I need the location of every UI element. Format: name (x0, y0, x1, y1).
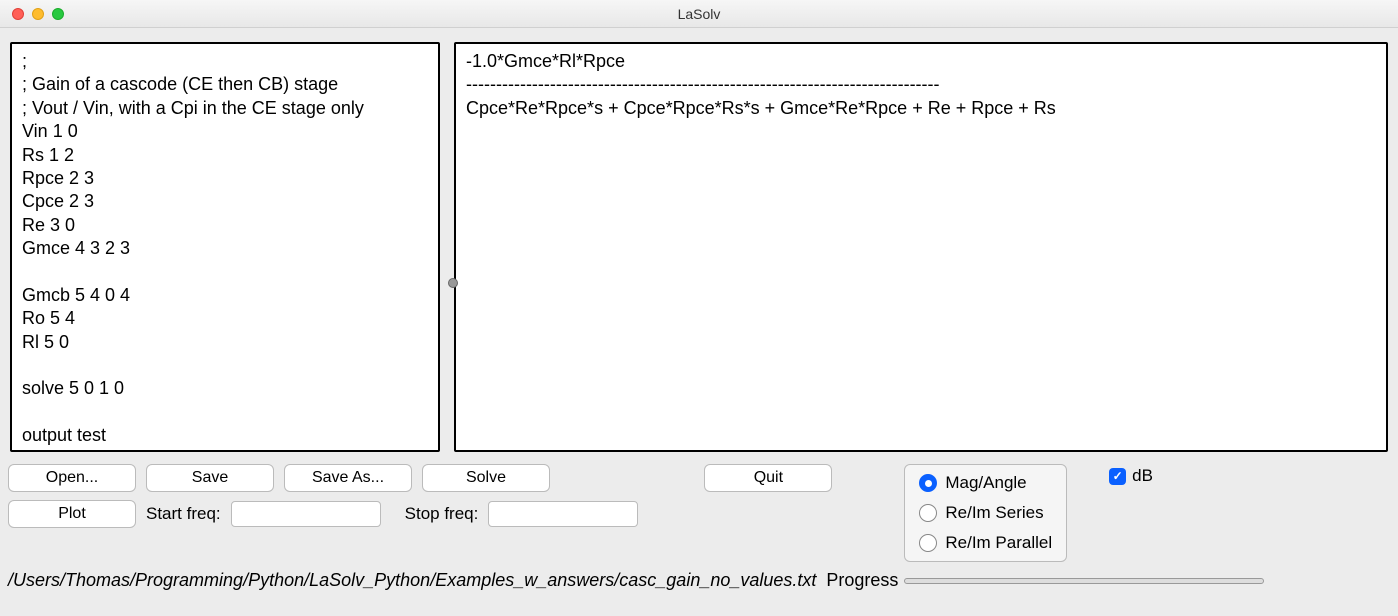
close-window-button[interactable] (12, 8, 24, 20)
radio-indicator-icon (919, 534, 937, 552)
status-bar: /Users/Thomas/Programming/Python/LaSolv_… (0, 566, 1398, 595)
input-text-pane[interactable]: ; ; Gain of a cascode (CE then CB) stage… (10, 42, 440, 452)
main-area: ; ; Gain of a cascode (CE then CB) stage… (0, 28, 1398, 460)
stop-freq-label: Stop freq: (405, 504, 479, 524)
open-button[interactable]: Open... (8, 464, 136, 492)
quit-button[interactable]: Quit (704, 464, 832, 492)
button-row-1: Open... Save Save As... Solve (8, 464, 638, 492)
radio-mag-angle-label: Mag/Angle (945, 473, 1026, 493)
zoom-window-button[interactable] (52, 8, 64, 20)
checkmark-icon: ✓ (1109, 468, 1126, 485)
pane-divider-handle[interactable] (448, 278, 458, 288)
db-checkbox-label: dB (1132, 466, 1153, 486)
radio-mag-angle[interactable]: Mag/Angle (919, 473, 1052, 493)
plot-button[interactable]: Plot (8, 500, 136, 528)
titlebar: LaSolv (0, 0, 1398, 28)
status-file-path: /Users/Thomas/Programming/Python/LaSolv_… (8, 570, 816, 591)
radio-indicator-icon (919, 474, 937, 492)
radio-reim-series-label: Re/Im Series (945, 503, 1043, 523)
save-as-button[interactable]: Save As... (284, 464, 412, 492)
radio-reim-parallel-label: Re/Im Parallel (945, 533, 1052, 553)
progress-label: Progress (826, 570, 898, 591)
display-mode-radio-group: Mag/Angle Re/Im Series Re/Im Parallel (904, 464, 1067, 562)
output-text-pane[interactable]: -1.0*Gmce*Rl*Rpce ----------------------… (454, 42, 1388, 452)
button-row-2: Plot Start freq: Stop freq: (8, 500, 638, 528)
radio-indicator-icon (919, 504, 937, 522)
button-column: Open... Save Save As... Solve Plot Start… (8, 464, 638, 528)
radio-reim-series[interactable]: Re/Im Series (919, 503, 1052, 523)
db-checkbox[interactable]: ✓ dB (1109, 466, 1153, 486)
minimize-window-button[interactable] (32, 8, 44, 20)
start-freq-label: Start freq: (146, 504, 221, 524)
stop-freq-input[interactable] (488, 501, 638, 527)
window-title: LaSolv (678, 6, 721, 22)
radio-reim-parallel[interactable]: Re/Im Parallel (919, 533, 1052, 553)
save-button[interactable]: Save (146, 464, 274, 492)
controls-row: Open... Save Save As... Solve Plot Start… (8, 464, 1390, 562)
controls-area: Open... Save Save As... Solve Plot Start… (0, 460, 1398, 566)
progress-bar (904, 578, 1264, 584)
start-freq-input[interactable] (231, 501, 381, 527)
traffic-lights (12, 8, 64, 20)
solve-button[interactable]: Solve (422, 464, 550, 492)
